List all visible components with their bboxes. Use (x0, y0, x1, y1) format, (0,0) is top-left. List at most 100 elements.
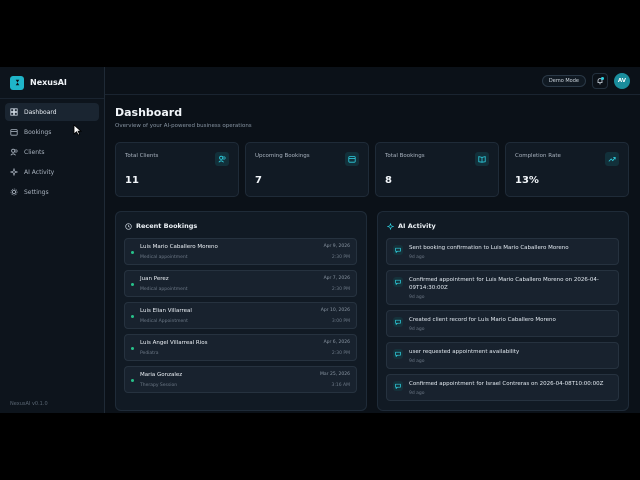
stat-card-completion-rate: Completion Rate 13% (505, 142, 629, 197)
booking-type: Medical appointment (140, 287, 188, 292)
activity-item[interactable]: Created client record for Luis Mario Cab… (386, 310, 619, 337)
calendar-icon (345, 152, 359, 166)
stat-label: Completion Rate (515, 153, 561, 159)
activity-text: Confirmed appointment for Israel Contrer… (409, 381, 604, 387)
avatar[interactable]: AV (614, 72, 630, 89)
activity-time: 9d ago (409, 255, 425, 260)
activity-time: 9d ago (409, 359, 425, 364)
booking-client: Luis Mario Caballero Moreno (140, 244, 218, 250)
booking-type: Therapy Session (140, 383, 178, 388)
stat-label: Total Clients (125, 153, 159, 159)
trend-up-icon (605, 152, 619, 166)
activity-time: 9d ago (409, 327, 425, 332)
sidebar-item-dashboard[interactable]: Dashboard (5, 103, 99, 121)
stat-value: 13% (515, 175, 539, 186)
stat-value: 8 (385, 175, 392, 186)
booking-date: Apr 6, 2026 (323, 340, 350, 345)
status-dot (131, 379, 134, 382)
stat-card-upcoming-bookings: Upcoming Bookings 7 (245, 142, 369, 197)
message-icon (393, 317, 403, 327)
booking-client: Juan Perez (140, 276, 169, 282)
stat-value: 7 (255, 175, 262, 186)
panel-title-text: Recent Bookings (136, 222, 198, 230)
sidebar-item-label: Dashboard (24, 108, 57, 116)
sidebar: NexusAI Dashboard Bookings Clients AI Ac… (0, 67, 105, 413)
sidebar-item-label: Bookings (24, 128, 52, 136)
stat-value: 11 (125, 175, 139, 186)
stat-label: Total Bookings (385, 153, 425, 159)
message-icon (393, 245, 403, 255)
booking-row[interactable]: Juan Perez Medical appointment Apr 7, 20… (124, 270, 357, 297)
activity-item[interactable]: Confirmed appointment for Luis Mario Cab… (386, 270, 619, 305)
notifications-button[interactable] (592, 72, 608, 89)
app-window: NexusAI Dashboard Bookings Clients AI Ac… (0, 67, 640, 413)
activity-time: 9d ago (409, 391, 425, 396)
panel-title: Recent Bookings (125, 222, 197, 230)
sidebar-item-label: Clients (24, 148, 45, 156)
status-dot (131, 347, 134, 350)
notification-dot (601, 76, 604, 80)
booking-date: Apr 7, 2026 (323, 276, 350, 281)
clock-icon (125, 222, 132, 230)
sidebar-item-bookings[interactable]: Bookings (5, 123, 99, 141)
booking-time: 3:16 AM (331, 383, 351, 388)
booking-time: 2:30 PM (331, 255, 350, 260)
sidebar-item-clients[interactable]: Clients (5, 143, 99, 161)
booking-type: Medical Appointment (140, 319, 188, 324)
booking-type: Pediatra (140, 351, 159, 356)
users-icon (215, 152, 229, 166)
logo-icon (10, 75, 24, 90)
sidebar-item-label: Settings (24, 188, 49, 196)
booking-client: Luis Angel Villarreal Rios (140, 340, 208, 346)
main-content: Demo Mode AV Dashboard Overview of your … (105, 67, 640, 413)
activity-item[interactable]: user requested appointment availability … (386, 342, 619, 369)
activity-text: Sent booking confirmation to Luis Mario … (409, 245, 569, 251)
sidebar-item-ai-activity[interactable]: AI Activity (5, 163, 99, 181)
page-subtitle: Overview of your AI-powered business ope… (115, 123, 252, 129)
booking-client: Maria Gonzalez (140, 372, 183, 378)
stat-label: Upcoming Bookings (255, 153, 310, 159)
brand[interactable]: NexusAI (0, 67, 104, 99)
booking-time: 2:30 PM (331, 287, 350, 292)
activity-text: user requested appointment availability (409, 349, 520, 355)
brand-name: NexusAI (30, 78, 67, 87)
panel-title-text: AI Activity (398, 222, 436, 230)
app-version: NexusAI v0.1.0 (10, 401, 48, 407)
message-icon (393, 277, 403, 287)
message-icon (393, 349, 403, 359)
sidebar-item-settings[interactable]: Settings (5, 183, 99, 201)
message-icon (393, 381, 403, 391)
activity-text: Confirmed appointment for Luis Mario Cab… (409, 277, 599, 291)
booking-type: Medical appointment (140, 255, 188, 260)
sidebar-item-label: AI Activity (24, 168, 55, 176)
panel-title: AI Activity (387, 222, 436, 230)
booking-row[interactable]: Luis Angel Villarreal Rios Pediatra Apr … (124, 334, 357, 361)
status-dot (131, 315, 134, 318)
recent-bookings-panel: Recent Bookings Luis Mario Caballero Mor… (115, 211, 367, 411)
ai-activity-panel: AI Activity Sent booking confirmation to… (377, 211, 629, 411)
activity-item[interactable]: Confirmed appointment for Israel Contrer… (386, 374, 619, 401)
topbar: Demo Mode AV (105, 67, 640, 95)
booking-date: Apr 9, 2026 (323, 244, 350, 249)
sidebar-nav: Dashboard Bookings Clients AI Activity S… (0, 99, 104, 207)
booking-date: Mar 25, 2026 (320, 372, 350, 377)
activity-time: 9d ago (409, 295, 425, 300)
booking-time: 2:30 PM (331, 351, 350, 356)
book-icon (475, 152, 489, 166)
booking-row[interactable]: Luis Mario Caballero Moreno Medical appo… (124, 238, 357, 265)
dashboard-icon (10, 108, 18, 116)
gear-icon (10, 188, 18, 196)
booking-row[interactable]: Maria Gonzalez Therapy Session Mar 25, 2… (124, 366, 357, 393)
users-icon (10, 148, 18, 156)
stat-card-total-clients: Total Clients 11 (115, 142, 239, 197)
booking-client: Luis Elian Villarreal (140, 308, 192, 314)
status-dot (131, 251, 134, 254)
status-dot (131, 283, 134, 286)
calendar-icon (10, 129, 18, 136)
page-title: Dashboard (115, 106, 183, 119)
booking-row[interactable]: Luis Elian Villarreal Medical Appointmen… (124, 302, 357, 329)
booking-date: Apr 10, 2026 (320, 308, 350, 313)
demo-mode-badge[interactable]: Demo Mode (541, 74, 586, 87)
mouse-cursor-icon (73, 124, 82, 136)
activity-item[interactable]: Sent booking confirmation to Luis Mario … (386, 238, 619, 265)
